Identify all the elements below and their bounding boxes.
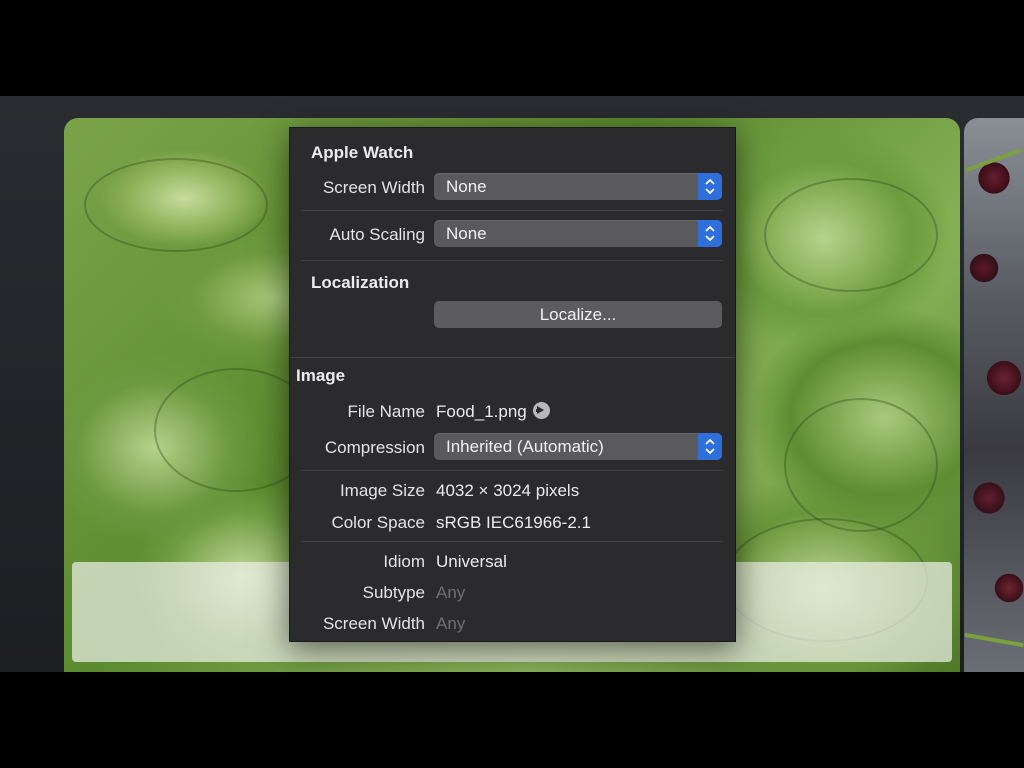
section-title-apple-watch: Apple Watch bbox=[311, 143, 414, 162]
cherry-stem bbox=[965, 147, 1023, 173]
separator bbox=[301, 260, 723, 261]
compression-value: Inherited (Automatic) bbox=[446, 437, 604, 456]
file-name-row: Food_1.png bbox=[436, 402, 550, 422]
screen-width-popup[interactable]: None bbox=[434, 173, 722, 200]
auto-scaling-label: Auto Scaling bbox=[329, 225, 425, 244]
section-title-localization: Localization bbox=[311, 273, 410, 292]
attributes-inspector-popover: Apple Watch Screen Width None Auto Scali… bbox=[289, 127, 736, 642]
image-screen-width-label: Screen Width bbox=[322, 614, 425, 633]
leaf-texture bbox=[84, 158, 268, 252]
subtype-label: Subtype bbox=[362, 583, 425, 602]
localize-button[interactable]: Localize... bbox=[434, 301, 722, 328]
cherry-stem bbox=[964, 632, 1024, 648]
section-title-image: Image bbox=[296, 366, 346, 385]
up-down-chevron-icon bbox=[698, 173, 722, 200]
idiom-label: Idiom bbox=[383, 552, 425, 571]
up-down-chevron-icon bbox=[698, 220, 722, 247]
separator bbox=[301, 210, 723, 211]
leaf-texture bbox=[784, 398, 938, 532]
auto-scaling-popup[interactable]: None bbox=[434, 220, 722, 247]
idiom-value: Universal bbox=[436, 552, 507, 571]
auto-scaling-value: None bbox=[446, 224, 487, 243]
file-name-label: File Name bbox=[347, 402, 425, 421]
compression-label: Compression bbox=[324, 438, 425, 457]
image-screen-width-value: Any bbox=[436, 614, 466, 633]
separator bbox=[301, 470, 723, 471]
section-divider bbox=[290, 357, 735, 358]
screen-width-label: Screen Width bbox=[322, 178, 425, 197]
color-space-label: Color Space bbox=[331, 513, 425, 532]
image-size-value: 4032 × 3024 pixels bbox=[436, 481, 580, 500]
file-name-value: Food_1.png bbox=[436, 402, 527, 421]
image-preview-cherries[interactable] bbox=[964, 118, 1024, 672]
separator bbox=[301, 541, 723, 542]
image-size-label: Image Size bbox=[339, 481, 425, 500]
color-space-value: sRGB IEC61966-2.1 bbox=[436, 513, 591, 532]
arrow-circle-right-icon[interactable] bbox=[532, 402, 550, 420]
screen-width-value: None bbox=[446, 177, 487, 196]
subtype-value: Any bbox=[436, 583, 466, 602]
up-down-chevron-icon bbox=[698, 433, 722, 460]
compression-popup[interactable]: Inherited (Automatic) bbox=[434, 433, 722, 460]
leaf-texture bbox=[764, 178, 938, 292]
